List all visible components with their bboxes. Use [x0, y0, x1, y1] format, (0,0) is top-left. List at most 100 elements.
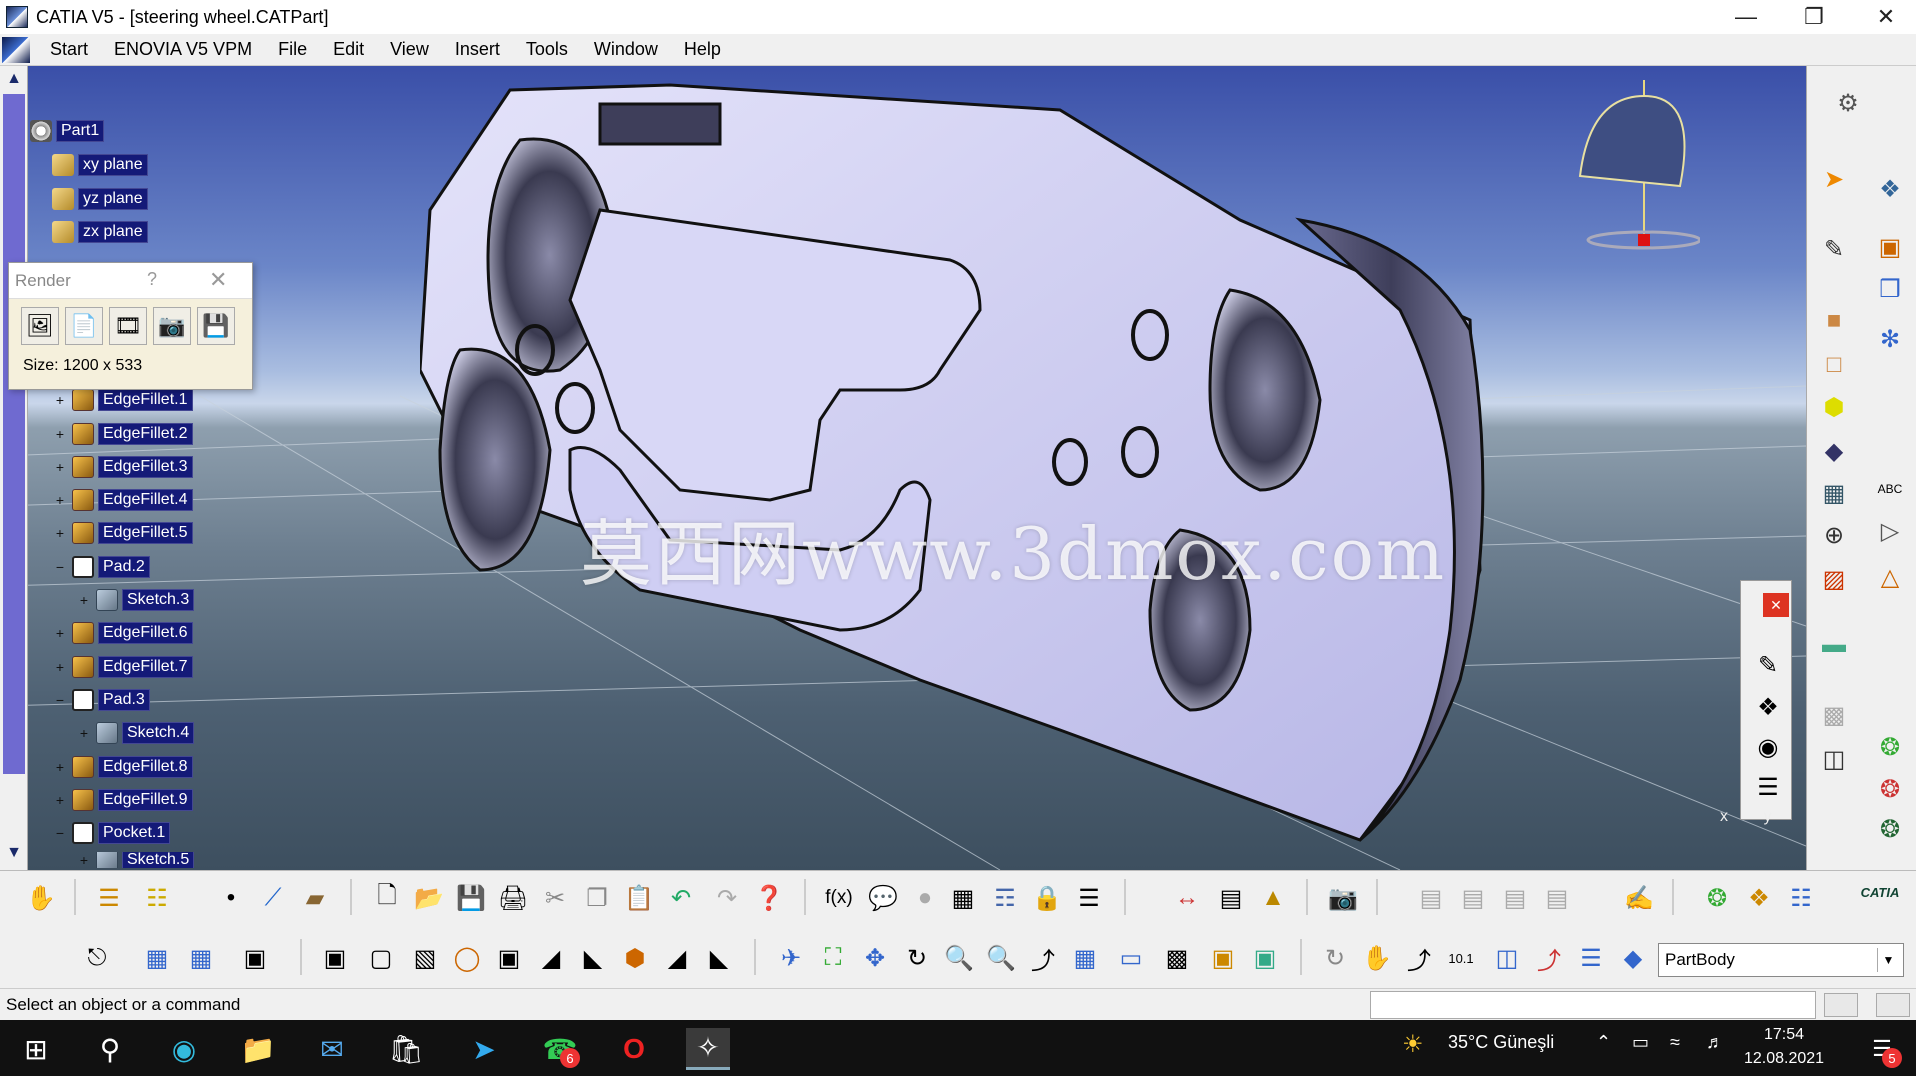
sketcher-icon[interactable]: ✎ — [1817, 232, 1851, 266]
knowledge-icon[interactable]: ☰ — [92, 881, 126, 915]
solid-icon[interactable]: ▣ — [1873, 230, 1907, 264]
catia-taskbar-icon[interactable]: ✧ — [686, 1028, 730, 1070]
scroll-thumb[interactable] — [3, 94, 25, 774]
view-icon[interactable]: ▦ — [140, 941, 174, 975]
tree-item-edgefillet-2[interactable]: + EdgeFillet.2 — [54, 423, 193, 445]
cut-icon[interactable]: ✂ — [538, 881, 572, 915]
clock-date[interactable]: 12.08.2021 — [1744, 1050, 1824, 1068]
tree-item-pocket-1[interactable]: − Pocket.1 — [54, 822, 171, 844]
plane-tool-icon[interactable]: ▰ — [298, 881, 332, 915]
zoom-out-icon[interactable]: 🔍 — [984, 941, 1018, 975]
pad-feature-icon[interactable]: ▣ — [318, 941, 352, 975]
tree-item-pad-3[interactable]: − Pad.3 — [54, 689, 150, 711]
expand-icon[interactable]: + — [54, 460, 66, 474]
analysis-icon[interactable]: ◉ — [1751, 733, 1785, 767]
tree-item-yz-plane[interactable]: yz plane — [52, 188, 148, 210]
render-image-button[interactable]: 🖼 — [21, 307, 59, 345]
scroll-up-icon[interactable]: ▲ — [4, 70, 24, 90]
rule-icon[interactable]: ☷ — [140, 881, 174, 915]
tree-item-edgefillet-9[interactable]: + EdgeFillet.9 — [54, 789, 193, 811]
options-icon[interactable] — [1876, 993, 1910, 1017]
undo-icon[interactable]: ↶ — [664, 881, 698, 915]
copy-icon[interactable]: ❐ — [580, 881, 614, 915]
body-select-dropdown[interactable]: PartBody ▼ — [1658, 943, 1904, 977]
shaft-icon[interactable]: ⬢ — [1817, 390, 1851, 424]
tree-item-edgefillet-7[interactable]: + EdgeFillet.7 — [54, 656, 193, 678]
steering-wheel-part[interactable] — [420, 70, 1500, 860]
file-explorer-icon[interactable]: 📁 — [236, 1028, 280, 1070]
close-icon[interactable]: ✕ — [1763, 593, 1789, 617]
map-icon[interactable]: ❖ — [1751, 693, 1785, 727]
camera-icon[interactable]: 📷 — [1326, 881, 1360, 915]
menu-help[interactable]: Help — [678, 36, 727, 63]
battery-icon[interactable]: ▭ — [1632, 1032, 1649, 1053]
constraint-icon[interactable]: △ — [1873, 560, 1907, 594]
point-icon[interactable]: • — [214, 881, 248, 915]
menu-file[interactable]: File — [272, 36, 313, 63]
update-all-icon[interactable]: ↻ — [1318, 941, 1352, 975]
multi-view-icon[interactable]: ▦ — [1068, 941, 1102, 975]
expand-icon[interactable]: + — [54, 626, 66, 640]
close-icon[interactable]: ✕ — [209, 267, 227, 293]
boolean-icon[interactable]: ❒ — [1873, 272, 1907, 306]
hole-feature-icon[interactable]: ▣ — [492, 941, 526, 975]
rib-icon[interactable]: ▧ — [408, 941, 442, 975]
sketch-tools-icon[interactable]: ✍ — [1622, 881, 1656, 915]
target-icon[interactable]: ⊕ — [1817, 518, 1851, 552]
tree-item-edgefillet-8[interactable]: + EdgeFillet.8 — [54, 756, 193, 778]
minimize-button[interactable]: — — [1716, 0, 1776, 34]
expand-icon[interactable]: + — [78, 593, 90, 607]
rotate-icon[interactable]: ↻ — [900, 941, 934, 975]
camera-icon[interactable]: 📷 — [153, 307, 191, 345]
stack-icon[interactable]: ☰ — [1751, 773, 1785, 807]
draft-angle-icon[interactable]: ◢ — [660, 941, 694, 975]
search-icon[interactable]: ⚲ — [88, 1028, 132, 1070]
compass-widget[interactable] — [1560, 76, 1700, 256]
fit-all-icon[interactable]: ▣ — [238, 941, 272, 975]
wifi-icon[interactable]: ≈ — [1670, 1032, 1680, 1053]
thickness-icon[interactable]: ◣ — [702, 941, 736, 975]
volume-icon[interactable]: ♬ — [1706, 1032, 1724, 1053]
part-design-icon[interactable]: ❖ — [1873, 172, 1907, 206]
measure-between-icon[interactable]: ↔ — [1170, 881, 1204, 915]
menu-enovia[interactable]: ENOVIA V5 VPM — [108, 36, 258, 63]
comment-icon[interactable]: 💬 — [866, 881, 900, 915]
notification-icon[interactable]: ☰ 5 — [1860, 1028, 1904, 1070]
weather-text[interactable]: 35°C Güneşli — [1448, 1032, 1554, 1053]
zoom-in-icon[interactable]: 🔍 — [942, 941, 976, 975]
formula-icon[interactable]: f(x) — [822, 881, 856, 915]
tree-item-edgefillet-4[interactable]: + EdgeFillet.4 — [54, 489, 193, 511]
surface-icon[interactable]: ▬ — [1817, 628, 1851, 662]
command-input[interactable] — [1370, 991, 1816, 1019]
save-icon[interactable]: 💾 — [454, 881, 488, 915]
body-select-icon[interactable]: ◆ — [1616, 941, 1650, 975]
body-icon[interactable]: ◫ — [1817, 742, 1851, 776]
apply-material-icon[interactable]: ❖ — [1742, 881, 1776, 915]
axis-system-icon[interactable]: ⤴ — [1402, 941, 1436, 975]
iso-view-icon[interactable]: ▭ — [1114, 941, 1148, 975]
menu-view[interactable]: View — [384, 36, 435, 63]
expand-icon[interactable]: + — [54, 760, 66, 774]
chevron-up-icon[interactable]: ⌃ — [1596, 1032, 1611, 1053]
scan-icon[interactable]: ⤴ — [1532, 941, 1566, 975]
opera-icon[interactable]: O — [612, 1028, 656, 1070]
collapse-icon[interactable]: − — [54, 826, 66, 840]
tree-item-pad-2[interactable]: − Pad.2 — [54, 556, 150, 578]
render-settings-button[interactable]: 📄 — [65, 307, 103, 345]
measure-item-icon[interactable]: ▤ — [1214, 881, 1248, 915]
fillet-feature-icon[interactable]: ◢ — [534, 941, 568, 975]
whats-this-icon[interactable]: ❓ — [752, 881, 786, 915]
insert-body-icon[interactable]: ❂ — [1873, 730, 1907, 764]
expand-icon[interactable]: + — [54, 793, 66, 807]
pad-tool-icon[interactable]: ■ — [1817, 304, 1851, 338]
remove-body-icon[interactable]: ❂ — [1873, 772, 1907, 806]
expand-icon[interactable]: + — [54, 427, 66, 441]
catia-menu-logo[interactable] — [2, 36, 30, 63]
measure-icon[interactable]: ✎ — [1751, 651, 1785, 685]
expand-icon[interactable]: + — [54, 526, 66, 540]
measure-tool-icon[interactable]: ⎋ — [80, 941, 114, 975]
expand-icon[interactable]: + — [78, 726, 90, 740]
lock-icon[interactable]: 🔒 — [1030, 881, 1064, 915]
whatsapp-icon[interactable]: ☎ 6 — [538, 1028, 582, 1070]
annotation-icon[interactable]: ABC — [1873, 472, 1907, 506]
